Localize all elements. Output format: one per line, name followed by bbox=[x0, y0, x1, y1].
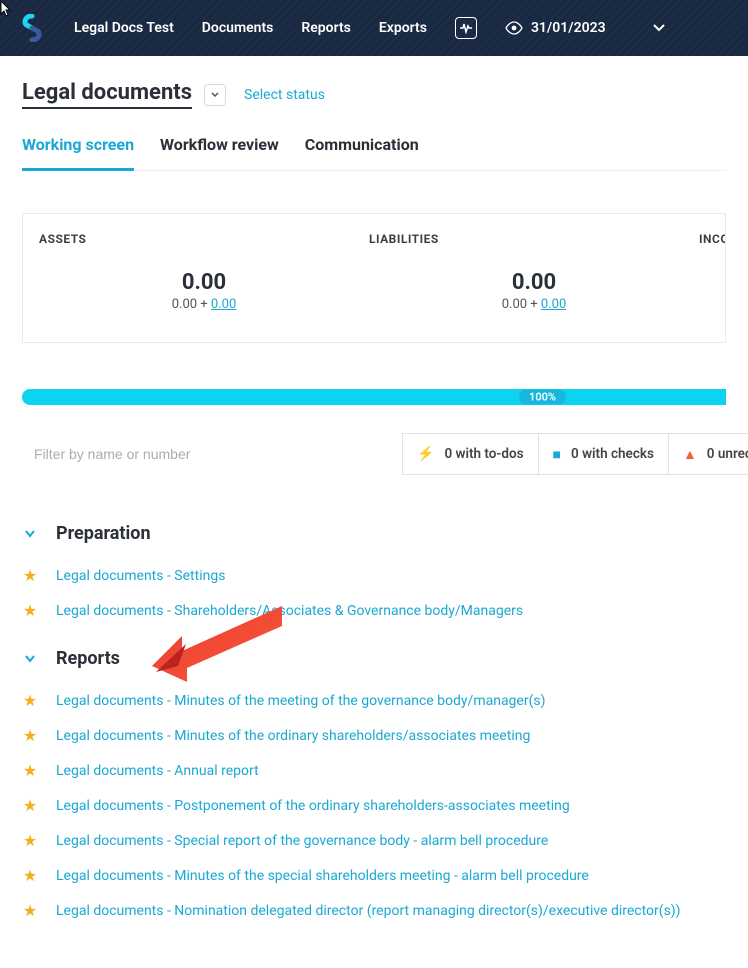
chip-checks-label: 0 with checks bbox=[571, 446, 654, 462]
page-title: Legal documents bbox=[22, 80, 192, 109]
metric-assets-label: ASSETS bbox=[39, 232, 369, 246]
metric-assets-value: 0.00 bbox=[39, 270, 369, 295]
metric-assets-sub: 0.00 + bbox=[172, 297, 211, 312]
nav-reports[interactable]: Reports bbox=[301, 20, 351, 36]
star-icon[interactable]: ★ bbox=[22, 566, 38, 585]
list-item: ★ Legal documents - Annual report bbox=[22, 753, 726, 788]
tab-workflow-review[interactable]: Workflow review bbox=[160, 135, 279, 170]
section-chevron-preparation[interactable] bbox=[22, 529, 38, 539]
metric-liabilities-label: LIABILITIES bbox=[369, 232, 699, 246]
star-icon[interactable]: ★ bbox=[22, 796, 38, 815]
tab-communication[interactable]: Communication bbox=[305, 135, 419, 170]
doc-link[interactable]: Legal documents - Annual report bbox=[56, 763, 259, 779]
nav-more-chevron[interactable] bbox=[652, 23, 666, 33]
metric-assets-link[interactable]: 0.00 bbox=[211, 297, 236, 312]
tab-bar: Working screen Workflow review Communica… bbox=[22, 135, 726, 171]
list-item: ★ Legal documents - Minutes of the meeti… bbox=[22, 683, 726, 718]
star-icon[interactable]: ★ bbox=[22, 831, 38, 850]
metric-income-label: INCOME bbox=[699, 232, 726, 246]
doc-link[interactable]: Legal documents - Minutes of the special… bbox=[56, 868, 589, 884]
metrics-panel: ASSETS 0.00 0.00 + 0.00 LIABILITIES 0.00… bbox=[22, 213, 726, 343]
list-item: ★ Legal documents - Minutes of the speci… bbox=[22, 858, 726, 893]
doc-link[interactable]: Legal documents - Minutes of the meeting… bbox=[56, 693, 545, 709]
progress-percent: 100% bbox=[519, 390, 566, 405]
list-item: ★ Legal documents - Shareholders/Associa… bbox=[22, 593, 726, 628]
nav-date-picker[interactable]: 31/01/2023 bbox=[505, 20, 606, 36]
doc-link[interactable]: Legal documents - Postponement of the or… bbox=[56, 798, 570, 814]
triangle-icon: ▲ bbox=[683, 446, 697, 463]
section-title-reports: Reports bbox=[56, 648, 120, 669]
star-icon[interactable]: ★ bbox=[22, 691, 38, 710]
top-nav: Legal Docs Test Documents Reports Export… bbox=[0, 0, 748, 56]
nav-brand[interactable]: Legal Docs Test bbox=[74, 20, 174, 36]
filter-input[interactable] bbox=[22, 433, 402, 475]
section-title-preparation: Preparation bbox=[56, 523, 151, 544]
bolt-icon: ⚡ bbox=[417, 446, 434, 462]
doc-link[interactable]: Legal documents - Settings bbox=[56, 568, 225, 584]
doc-link[interactable]: Legal documents - Minutes of the ordinar… bbox=[56, 728, 530, 744]
list-item: ★ Legal documents - Special report of th… bbox=[22, 823, 726, 858]
nav-documents[interactable]: Documents bbox=[202, 20, 274, 36]
nav-exports[interactable]: Exports bbox=[379, 20, 427, 36]
doc-link[interactable]: Legal documents - Special report of the … bbox=[56, 833, 548, 849]
list-item: ★ Legal documents - Postponement of the … bbox=[22, 788, 726, 823]
chip-todos[interactable]: ⚡ 0 with to-dos bbox=[402, 433, 539, 475]
nav-date-label: 31/01/2023 bbox=[531, 20, 606, 36]
metric-liabilities-link[interactable]: 0.00 bbox=[541, 297, 566, 312]
select-status-link[interactable]: Select status bbox=[244, 87, 325, 103]
star-icon[interactable]: ★ bbox=[22, 866, 38, 885]
star-icon[interactable]: ★ bbox=[22, 761, 38, 780]
title-dropdown[interactable] bbox=[204, 84, 226, 106]
chip-unrec-label: 0 unrec bbox=[707, 446, 748, 462]
list-item: ★ Legal documents - Minutes of the ordin… bbox=[22, 718, 726, 753]
activity-icon[interactable] bbox=[455, 17, 477, 39]
brand-logo[interactable] bbox=[18, 14, 46, 42]
progress-bar: 100% bbox=[22, 389, 726, 405]
star-icon[interactable]: ★ bbox=[22, 601, 38, 620]
doc-link[interactable]: Legal documents - Nomination delegated d… bbox=[56, 903, 681, 919]
star-icon[interactable]: ★ bbox=[22, 726, 38, 745]
tab-working-screen[interactable]: Working screen bbox=[22, 135, 134, 171]
chip-unrec[interactable]: ▲ 0 unrec bbox=[669, 433, 748, 475]
section-chevron-reports[interactable] bbox=[22, 654, 38, 664]
square-icon: ■ bbox=[553, 446, 561, 463]
doc-link[interactable]: Legal documents - Shareholders/Associate… bbox=[56, 603, 523, 619]
list-item: ★ Legal documents - Nomination delegated… bbox=[22, 893, 726, 928]
list-item: ★ Legal documents - Settings bbox=[22, 558, 726, 593]
metric-liabilities-sub: 0.00 + bbox=[502, 297, 541, 312]
metric-liabilities-value: 0.00 bbox=[369, 270, 699, 295]
chip-checks[interactable]: ■ 0 with checks bbox=[539, 433, 669, 475]
star-icon[interactable]: ★ bbox=[22, 901, 38, 920]
chip-todos-label: 0 with to-dos bbox=[444, 446, 523, 462]
